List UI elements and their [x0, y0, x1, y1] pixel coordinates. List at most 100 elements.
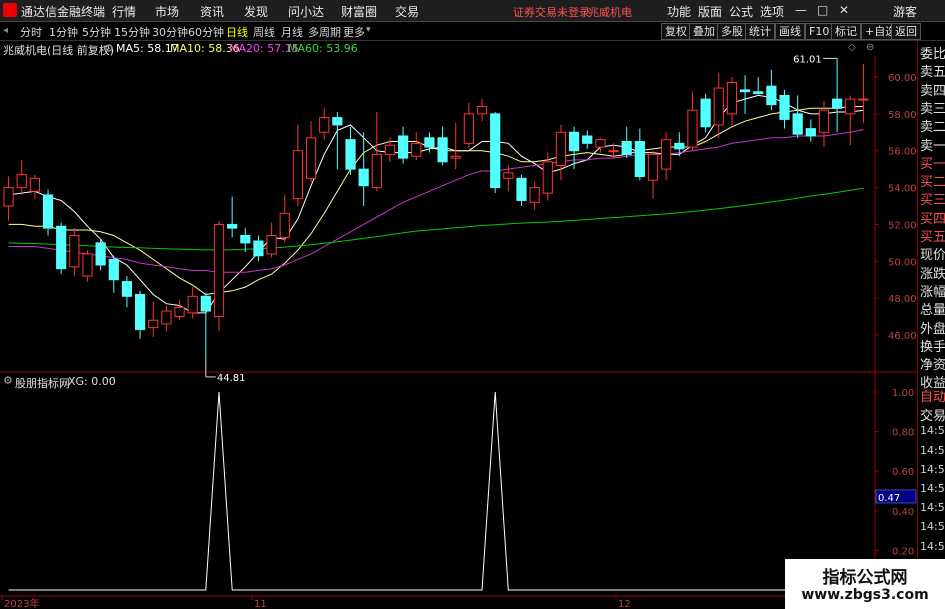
sub-y-tick-label: 1.00 [892, 388, 914, 399]
candle-body [319, 117, 330, 133]
candle-body [476, 105, 488, 115]
panel-label: 卖一 [920, 138, 945, 154]
candle-up [726, 77, 738, 125]
panel-label: 换手 [920, 339, 945, 355]
candle-body [82, 253, 93, 277]
candle-body [253, 240, 264, 257]
candle-body [516, 177, 527, 201]
candle-down [582, 130, 593, 149]
candle-body [529, 187, 540, 203]
panel-label: 买四 [920, 211, 945, 227]
candle-body [858, 98, 869, 101]
candle-up [3, 176, 14, 221]
current-value-label: 0.47 [878, 493, 900, 504]
panel-label: 卖三 [920, 101, 945, 117]
y-tick-label: 46.00 [888, 331, 917, 342]
candle-down [227, 196, 238, 238]
candle-up [450, 123, 461, 170]
candle-body [687, 109, 698, 148]
trade-time: 14:56 [920, 462, 945, 476]
candle-down [516, 174, 527, 206]
candle-up [16, 159, 27, 195]
candle-body [647, 153, 659, 181]
low-annotation-label: 44.81 [217, 373, 246, 384]
panel-label: 委比 [920, 47, 945, 62]
candle-down [398, 126, 409, 164]
sub-y-tick-label: 0.80 [892, 428, 914, 439]
candle-down [437, 126, 448, 166]
candle-down [753, 77, 764, 96]
candle-down [345, 126, 356, 175]
quote-side-panel: 委比 卖五 卖四 卖三 卖二 卖一 买一 买二 买三 买四 买五 现价 涨跌 涨幅 总量 外盘 换手 净资 收益 自动… [917, 41, 945, 609]
candle-up [69, 228, 80, 277]
candle-down [805, 119, 816, 142]
panel-label: 涨幅 [920, 284, 945, 300]
candle-body [411, 142, 422, 157]
y-tick-label: 50.00 [888, 257, 917, 268]
candle-body [398, 135, 409, 159]
candle-up [213, 220, 225, 332]
sub-y-tick-label: 0.40 [892, 507, 914, 518]
trade-time: 14:56 [920, 443, 945, 457]
candle-up [279, 194, 290, 243]
candle-body [779, 94, 790, 120]
candle-down [253, 235, 264, 262]
candle-up [305, 121, 317, 183]
y-tick-label: 58.00 [888, 110, 917, 121]
x-tick-label: 12 [618, 599, 631, 609]
candle-body [621, 141, 632, 155]
trade-time: 14:56 [920, 424, 945, 438]
candle-body [332, 117, 343, 126]
candle-down [621, 126, 632, 159]
panel-label: 买一 [920, 156, 945, 172]
candle-body [555, 131, 567, 166]
candle-down [739, 75, 751, 114]
candle-up [29, 174, 40, 199]
xg-line [8, 391, 864, 591]
candle-body [95, 242, 106, 266]
trade-time: 14:56 [920, 501, 945, 515]
ma10-line [8, 106, 864, 296]
watermark-logo: 指标公式网 www.zbgs3.com [785, 559, 945, 609]
candle-body [200, 295, 211, 312]
kline-chart[interactable]: 46.00 48.00 50.00 52.00 54.00 56.00 58.00 60.00… [0, 0, 917, 609]
panel-label: 自动 [920, 390, 945, 405]
candle-body [213, 223, 225, 318]
candle-down [358, 132, 369, 206]
candle-up [187, 287, 198, 319]
candle-body [490, 113, 501, 189]
candle-body [384, 144, 396, 155]
candle-up [463, 102, 474, 149]
watermark-line2: www.zbgs3.com [801, 587, 929, 603]
candle-body [713, 87, 724, 126]
candle-body [542, 161, 553, 194]
sub-y-tick-label: 0.60 [892, 467, 914, 478]
x-tick-label: 2023年 [4, 597, 39, 609]
candle-body [371, 153, 382, 189]
candle-up [713, 73, 724, 138]
sub-y-tick-label: 0.20 [892, 546, 914, 557]
y-tick-label: 60.00 [888, 73, 917, 84]
candle-down [95, 239, 106, 271]
candle-body [832, 98, 843, 109]
candle-down [134, 290, 146, 339]
candle-body [437, 137, 448, 163]
candle-down [766, 69, 777, 111]
trade-time: 14:56 [920, 520, 945, 534]
candle-up [148, 301, 159, 337]
y-tick-label: 52.00 [888, 220, 917, 231]
candle-body [739, 89, 751, 93]
candle-down [121, 276, 133, 308]
candle-body [187, 295, 198, 314]
candle-down [792, 95, 803, 138]
candle-down [240, 228, 251, 253]
candle-body [345, 139, 356, 170]
trade-time: 14:56 [920, 482, 945, 495]
y-tick-label: 56.00 [888, 147, 917, 158]
ma20-line [8, 129, 864, 273]
candle-up [845, 95, 856, 146]
panel-label: 交易 [920, 409, 945, 425]
candle-body [42, 194, 54, 229]
candle-body [818, 109, 830, 133]
watermark-line1: 指标公式网 [822, 568, 908, 588]
